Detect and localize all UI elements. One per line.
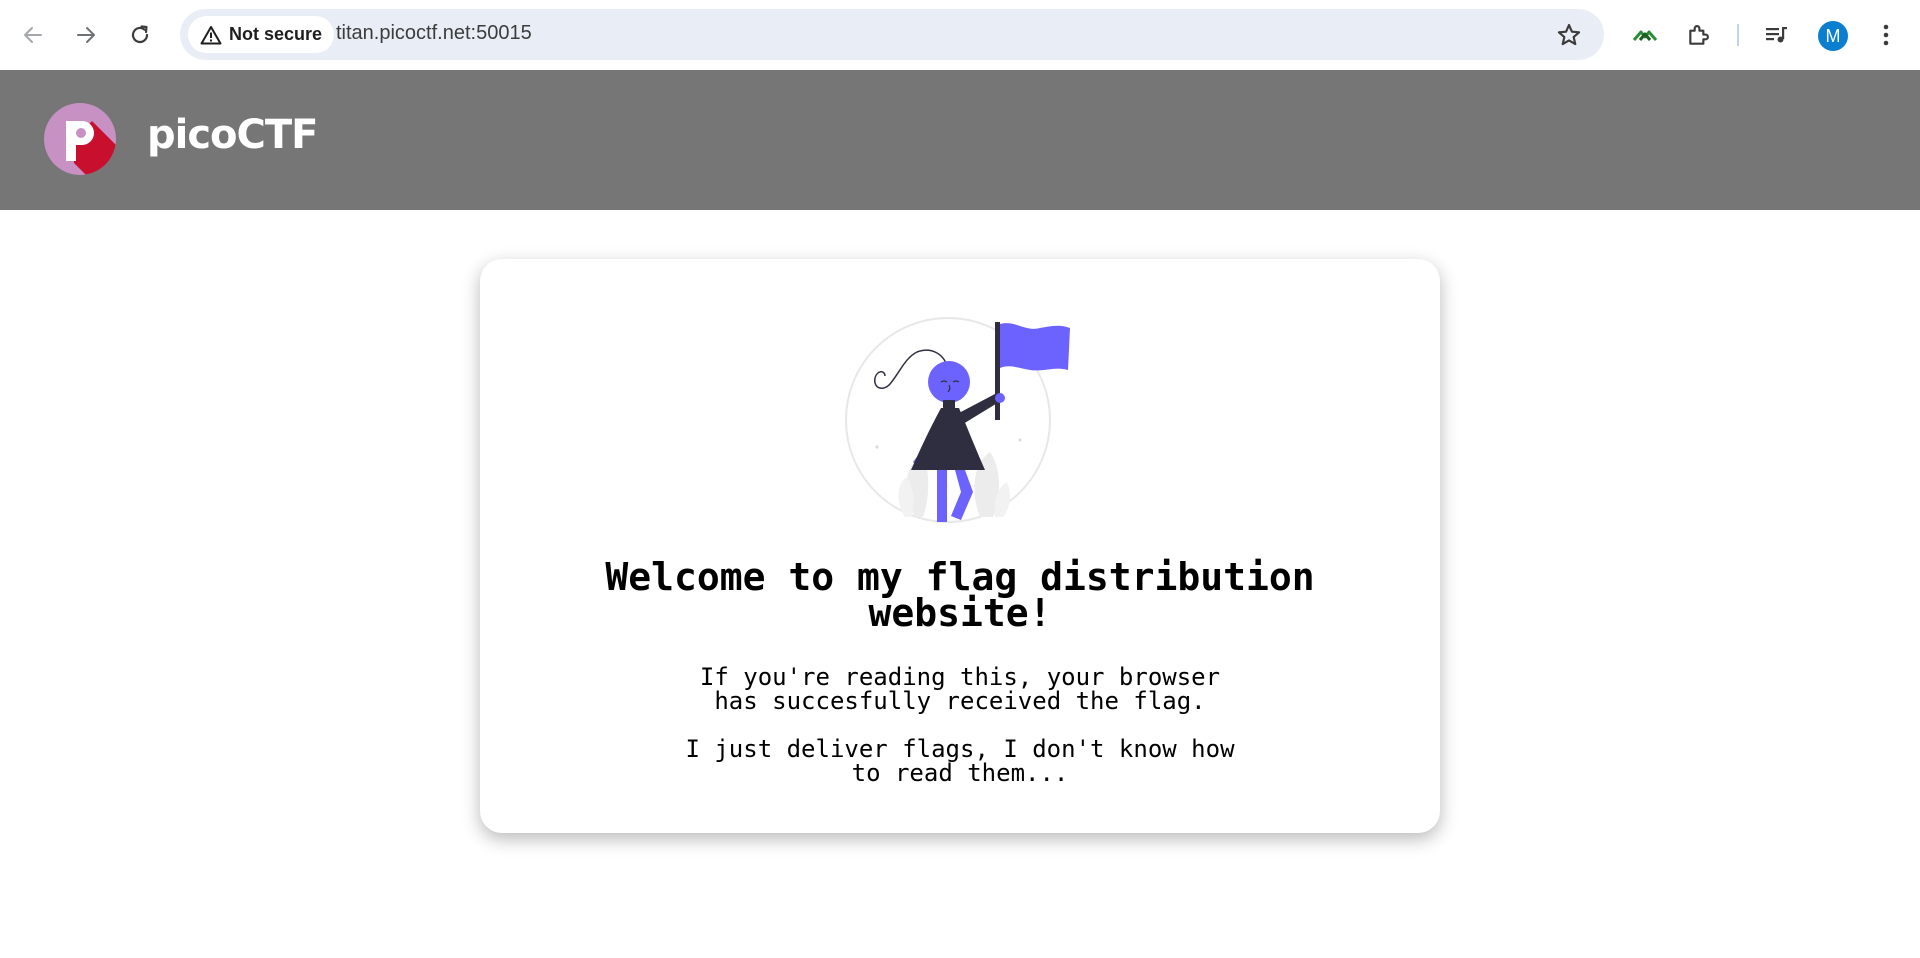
person-holding-flag-illustration xyxy=(845,317,1070,523)
puzzle-piece-icon xyxy=(1689,25,1709,45)
reload-icon xyxy=(131,25,149,44)
brand-name[interactable]: picoCTF xyxy=(147,112,318,158)
welcome-title: Welcome to my flag distribution website! xyxy=(605,555,1315,635)
media-queue-icon xyxy=(1766,27,1787,43)
star-icon xyxy=(1557,23,1581,46)
url-text[interactable]: titan.picoctf.net:50015 xyxy=(336,22,532,45)
reload-button[interactable] xyxy=(122,17,158,53)
site-security-chip[interactable]: Not secure xyxy=(188,16,335,53)
address-bar[interactable]: Not secure titan.picoctf.net:50015 xyxy=(180,9,1604,60)
toolbar-divider xyxy=(1737,24,1739,46)
media-controls-button[interactable] xyxy=(1759,17,1795,53)
paragraph-2-line-2: to read them... xyxy=(851,759,1069,787)
extensions-button[interactable] xyxy=(1681,17,1717,53)
site-header: picoCTF xyxy=(0,70,1920,210)
paragraph-2-line-1: I just deliver flags, I don't know how xyxy=(685,735,1235,763)
browser-menu-button[interactable] xyxy=(1868,17,1904,53)
warning-triangle-icon xyxy=(200,25,222,44)
paragraph-1-line-1: If you're reading this, your browser xyxy=(699,663,1221,691)
arrow-right-icon xyxy=(77,27,95,43)
green-chevron-extension-icon xyxy=(1632,30,1658,41)
forward-button[interactable] xyxy=(68,17,104,53)
back-button[interactable] xyxy=(15,17,51,53)
bookmark-button[interactable] xyxy=(1554,20,1584,50)
welcome-card: Welcome to my flag distribution website!… xyxy=(480,259,1440,833)
security-label: Not secure xyxy=(229,24,323,44)
extension-app-button[interactable] xyxy=(1627,17,1663,53)
browser-received-paragraph: If you're reading this, your browser has… xyxy=(480,665,1440,713)
kebab-menu-icon xyxy=(1883,24,1889,46)
cannot-read-paragraph: I just deliver flags, I don't know how t… xyxy=(480,737,1440,785)
paragraph-1-line-2: has succesfully received the flag. xyxy=(714,687,1206,715)
picoctf-logo-icon[interactable] xyxy=(44,103,116,175)
profile-avatar[interactable]: M xyxy=(1818,21,1848,51)
browser-toolbar: Not secure titan.picoctf.net:50015 M xyxy=(0,0,1920,70)
arrow-left-icon xyxy=(24,27,42,43)
